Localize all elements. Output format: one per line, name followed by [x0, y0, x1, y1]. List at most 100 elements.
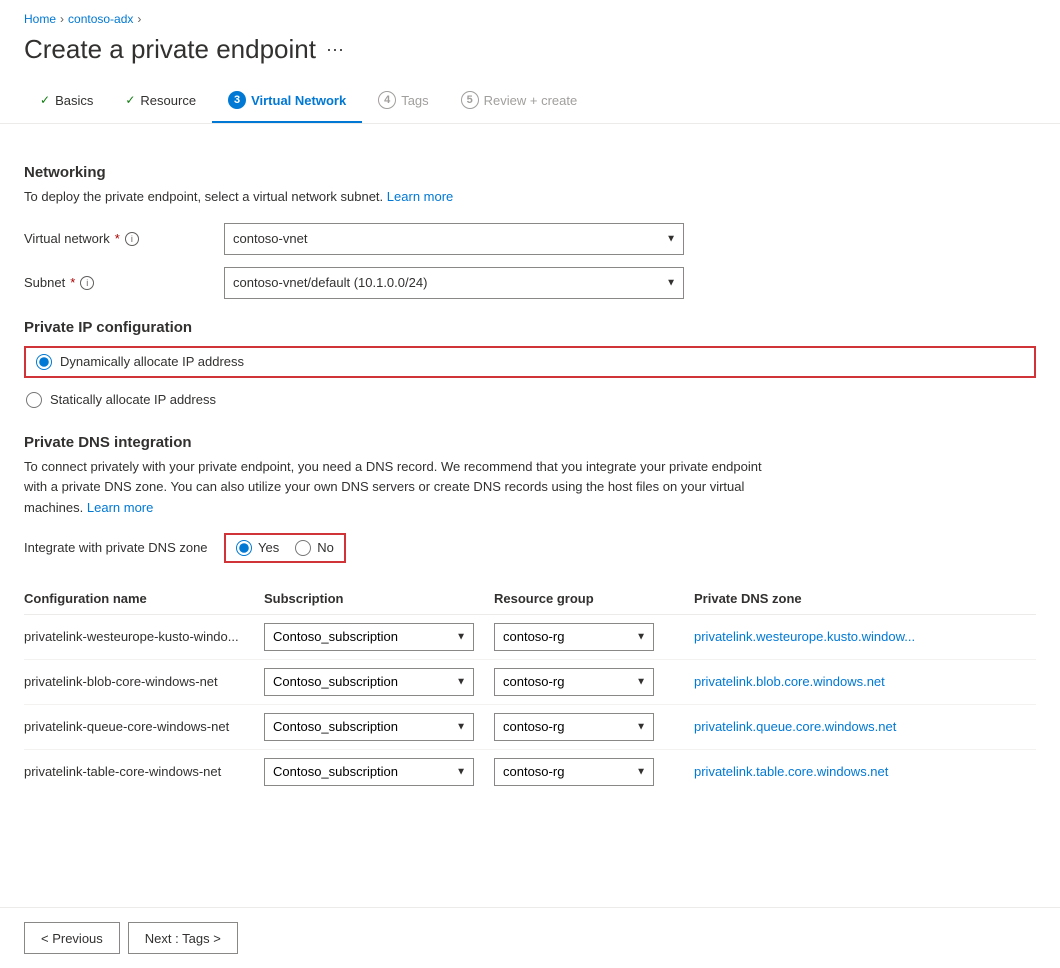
virtual-network-label: Virtual network * i [24, 231, 224, 246]
networking-title: Networking [24, 164, 1036, 181]
main-content: Networking To deploy the private endpoin… [0, 124, 1060, 894]
integrate-no-label: No [317, 540, 334, 555]
subscription-select-3[interactable]: Contoso_subscription [264, 758, 474, 786]
cell-dns-1: privatelink.blob.core.windows.net [694, 659, 1036, 704]
page-title: Create a private endpoint [24, 34, 316, 65]
subnet-select[interactable]: contoso-vnet/default (10.1.0.0/24) [224, 267, 684, 299]
tab-virtual-network[interactable]: 3 Virtual Network [212, 81, 362, 123]
breadcrumb-chevron-1: › [60, 12, 64, 26]
tab-review-num: 5 [461, 91, 479, 109]
networking-desc-text: To deploy the private endpoint, select a… [24, 189, 383, 204]
radio-static-label: Statically allocate IP address [50, 392, 216, 407]
cell-dns-2: privatelink.queue.core.windows.net [694, 704, 1036, 749]
radio-dynamic[interactable]: Dynamically allocate IP address [24, 346, 1036, 378]
subscription-select-2[interactable]: Contoso_subscription [264, 713, 474, 741]
integrate-yes-input[interactable] [236, 540, 252, 556]
integrate-row: Integrate with private DNS zone Yes No [24, 533, 1036, 563]
tab-tags-num: 4 [378, 91, 396, 109]
cell-dns-0: privatelink.westeurope.kusto.window... [694, 614, 1036, 659]
table-row: privatelink-table-core-windows-net Conto… [24, 749, 1036, 794]
radio-dynamic-label: Dynamically allocate IP address [60, 354, 244, 369]
rg-select-1[interactable]: contoso-rg [494, 668, 654, 696]
col-resource-group: Resource group [494, 583, 694, 615]
breadcrumb-chevron-2: › [137, 12, 141, 26]
tab-tags[interactable]: 4 Tags [362, 81, 444, 123]
cell-subscription-2: Contoso_subscription ▼ [264, 704, 494, 749]
cell-rg-0: contoso-rg ▼ [494, 614, 694, 659]
col-dns-zone: Private DNS zone [694, 583, 1036, 615]
subnet-label: Subnet * i [24, 275, 224, 290]
cell-subscription-3: Contoso_subscription ▼ [264, 749, 494, 794]
table-row: privatelink-blob-core-windows-net Contos… [24, 659, 1036, 704]
cell-rg-2: contoso-rg ▼ [494, 704, 694, 749]
tab-resource[interactable]: ✓ Resource [109, 83, 212, 122]
previous-button[interactable]: < Previous [24, 922, 120, 954]
private-ip-title: Private IP configuration [24, 319, 1036, 336]
networking-learn-more[interactable]: Learn more [387, 189, 453, 204]
dns-table-header-row: Configuration name Subscription Resource… [24, 583, 1036, 615]
networking-desc: To deploy the private endpoint, select a… [24, 187, 1036, 207]
dns-section: Private DNS integration To connect priva… [24, 434, 1036, 794]
dns-title: Private DNS integration [24, 434, 1036, 451]
virtual-network-select-wrapper: contoso-vnet ▼ [224, 223, 684, 255]
cell-subscription-0: Contoso_subscription ▼ [264, 614, 494, 659]
cell-rg-1: contoso-rg ▼ [494, 659, 694, 704]
integrate-yes-label: Yes [258, 540, 279, 555]
tabs-row: ✓ Basics ✓ Resource 3 Virtual Network 4 … [0, 81, 1060, 124]
tab-tags-label: Tags [401, 93, 428, 108]
private-ip-radio-group: Dynamically allocate IP address Statical… [24, 346, 1036, 414]
cell-rg-3: contoso-rg ▼ [494, 749, 694, 794]
more-options-icon[interactable]: ··· [326, 39, 344, 60]
tab-basics-check: ✓ [40, 93, 50, 107]
dns-table: Configuration name Subscription Resource… [24, 583, 1036, 794]
virtual-network-row: Virtual network * i contoso-vnet ▼ [24, 223, 1036, 255]
tab-review-label: Review + create [484, 93, 578, 108]
next-button[interactable]: Next : Tags > [128, 922, 238, 954]
networking-section: Networking To deploy the private endpoin… [24, 164, 1036, 207]
radio-static-input[interactable] [26, 392, 42, 408]
breadcrumb: Home › contoso-adx › [0, 0, 1060, 30]
dns-learn-more[interactable]: Learn more [87, 500, 153, 515]
cell-subscription-1: Contoso_subscription ▼ [264, 659, 494, 704]
table-row: privatelink-westeurope-kusto-windo... Co… [24, 614, 1036, 659]
page-title-row: Create a private endpoint ··· [0, 30, 1060, 81]
subnet-required: * [70, 275, 75, 290]
tab-review-create[interactable]: 5 Review + create [445, 81, 594, 123]
footer: < Previous Next : Tags > [0, 907, 1060, 968]
tab-resource-check: ✓ [125, 93, 135, 107]
tab-vnet-num: 3 [228, 91, 246, 109]
integrate-label: Integrate with private DNS zone [24, 540, 224, 555]
virtual-network-select[interactable]: contoso-vnet [224, 223, 684, 255]
col-subscription: Subscription [264, 583, 494, 615]
breadcrumb-home[interactable]: Home [24, 12, 56, 26]
col-config-name: Configuration name [24, 583, 264, 615]
subscription-select-1[interactable]: Contoso_subscription [264, 668, 474, 696]
dns-desc: To connect privately with your private e… [24, 457, 784, 519]
radio-static[interactable]: Statically allocate IP address [24, 386, 1036, 414]
subscription-select-0[interactable]: Contoso_subscription [264, 623, 474, 651]
tab-resource-label: Resource [140, 93, 196, 108]
cell-config-0: privatelink-westeurope-kusto-windo... [24, 614, 264, 659]
radio-dynamic-input[interactable] [36, 354, 52, 370]
tab-basics[interactable]: ✓ Basics [24, 83, 109, 122]
breadcrumb-resource[interactable]: contoso-adx [68, 12, 133, 26]
subnet-select-wrapper: contoso-vnet/default (10.1.0.0/24) ▼ [224, 267, 684, 299]
vnet-required: * [115, 231, 120, 246]
cell-config-2: privatelink-queue-core-windows-net [24, 704, 264, 749]
tab-vnet-label: Virtual Network [251, 93, 346, 108]
private-ip-section: Private IP configuration Dynamically all… [24, 319, 1036, 414]
rg-select-0[interactable]: contoso-rg [494, 623, 654, 651]
subnet-info-icon[interactable]: i [80, 276, 94, 290]
cell-dns-3: privatelink.table.core.windows.net [694, 749, 1036, 794]
rg-select-2[interactable]: contoso-rg [494, 713, 654, 741]
vnet-info-icon[interactable]: i [125, 232, 139, 246]
subnet-row: Subnet * i contoso-vnet/default (10.1.0.… [24, 267, 1036, 299]
tab-basics-label: Basics [55, 93, 93, 108]
rg-select-3[interactable]: contoso-rg [494, 758, 654, 786]
integrate-no-input[interactable] [295, 540, 311, 556]
integrate-yes-option[interactable]: Yes [236, 540, 279, 556]
table-row: privatelink-queue-core-windows-net Conto… [24, 704, 1036, 749]
integrate-radio-group: Yes No [224, 533, 346, 563]
cell-config-3: privatelink-table-core-windows-net [24, 749, 264, 794]
integrate-no-option[interactable]: No [295, 540, 334, 556]
